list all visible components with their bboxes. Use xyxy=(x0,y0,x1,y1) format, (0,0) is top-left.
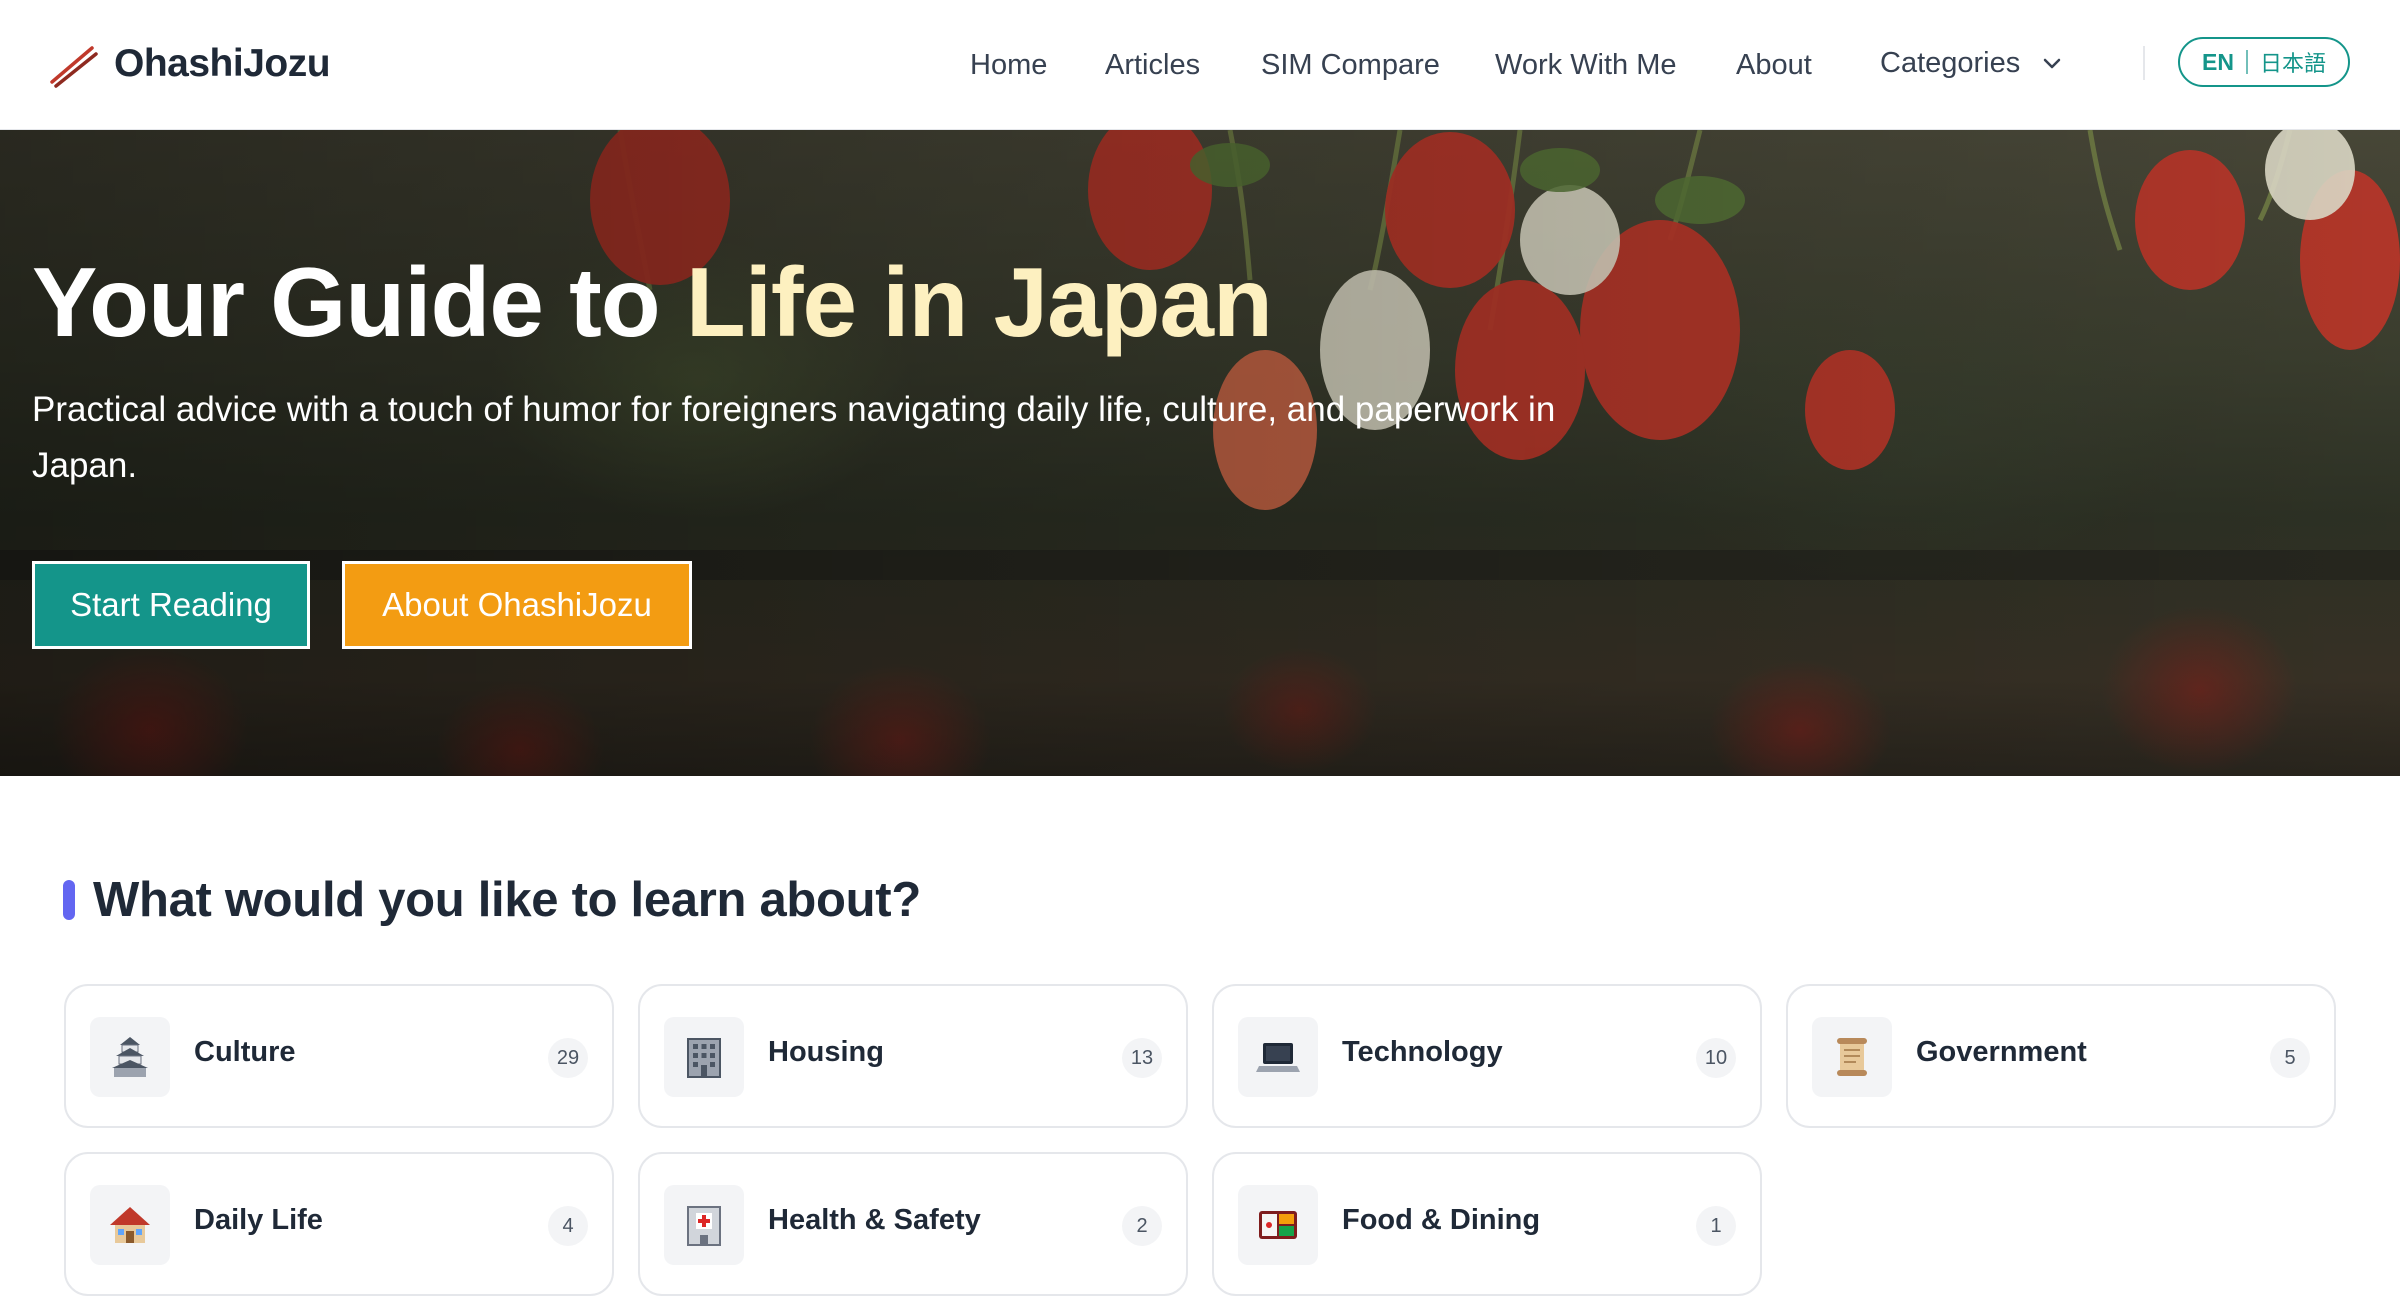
scroll-icon xyxy=(1812,1017,1892,1097)
start-reading-button[interactable]: Start Reading xyxy=(32,561,310,649)
hero-title-accent: Life in Japan xyxy=(685,247,1273,357)
categories-label: Categories xyxy=(1880,47,2021,79)
category-count-badge: 5 xyxy=(2270,1038,2310,1078)
language-switcher[interactable]: EN 日本語 xyxy=(2178,37,2350,87)
laptop-icon xyxy=(1238,1017,1318,1097)
bento-box-icon xyxy=(1238,1185,1318,1265)
category-card-government[interactable]: Government 5 xyxy=(1786,984,2336,1128)
category-count-badge: 2 xyxy=(1122,1206,1162,1246)
hero-subtitle: Practical advice with a touch of humor f… xyxy=(32,390,1556,485)
category-card-housing[interactable]: Housing 13 xyxy=(638,984,1188,1128)
office-building-icon xyxy=(664,1017,744,1097)
category-label: Culture xyxy=(194,1036,296,1068)
category-count-badge: 13 xyxy=(1122,1038,1162,1078)
nav-categories-dropdown[interactable]: Categories xyxy=(1880,42,2066,84)
hospital-icon xyxy=(664,1185,744,1265)
site-header: OhashiJozu Home Articles SIM Compare Wor… xyxy=(0,0,2400,130)
heading-accent-bar xyxy=(63,880,75,920)
house-icon xyxy=(90,1185,170,1265)
nav-about[interactable]: About xyxy=(1736,44,1812,86)
category-card-technology[interactable]: Technology 10 xyxy=(1212,984,1762,1128)
site-logo[interactable]: OhashiJozu xyxy=(48,36,331,92)
nav-work-with-me[interactable]: Work With Me xyxy=(1495,44,1677,86)
logo-text: OhashiJozu xyxy=(114,42,331,85)
nav-articles[interactable]: Articles xyxy=(1105,44,1200,86)
lang-separator xyxy=(2245,50,2248,74)
section-title: What would you like to learn about? xyxy=(93,873,921,927)
chopsticks-icon xyxy=(50,46,98,88)
japanese-castle-icon xyxy=(90,1017,170,1097)
category-count-badge: 4 xyxy=(548,1206,588,1246)
category-label: Health & Safety xyxy=(768,1204,981,1236)
category-card-health-safety[interactable]: Health & Safety 2 xyxy=(638,1152,1188,1296)
nav-sim-compare[interactable]: SIM Compare xyxy=(1261,44,1440,86)
category-count-badge: 29 xyxy=(548,1038,588,1078)
hero-title-main: Your Guide to xyxy=(32,247,686,357)
category-count-badge: 10 xyxy=(1696,1038,1736,1078)
nav-home[interactable]: Home xyxy=(970,44,1047,86)
category-count-badge: 1 xyxy=(1696,1206,1736,1246)
lang-en-option[interactable]: EN xyxy=(2202,49,2234,76)
categories-heading: What would you like to learn about? xyxy=(63,872,921,928)
category-label: Daily Life xyxy=(194,1204,323,1236)
category-label: Government xyxy=(1916,1036,2087,1068)
about-ohashijozu-button[interactable]: About OhashiJozu xyxy=(342,561,692,649)
category-label: Housing xyxy=(768,1036,884,1068)
hero-title: Your Guide to Life in Japan xyxy=(32,242,1273,362)
category-card-daily-life[interactable]: Daily Life 4 xyxy=(64,1152,614,1296)
hero-banner: Your Guide to Life in Japan Practical ad… xyxy=(0,130,2400,776)
category-label: Technology xyxy=(1342,1036,1503,1068)
nav-divider xyxy=(2143,46,2145,80)
category-card-food-dining[interactable]: Food & Dining 1 xyxy=(1212,1152,1762,1296)
lang-ja-option[interactable]: 日本語 xyxy=(2260,46,2326,78)
chevron-down-icon xyxy=(2044,58,2061,69)
category-card-culture[interactable]: Culture 29 xyxy=(64,984,614,1128)
category-label: Food & Dining xyxy=(1342,1204,1541,1236)
